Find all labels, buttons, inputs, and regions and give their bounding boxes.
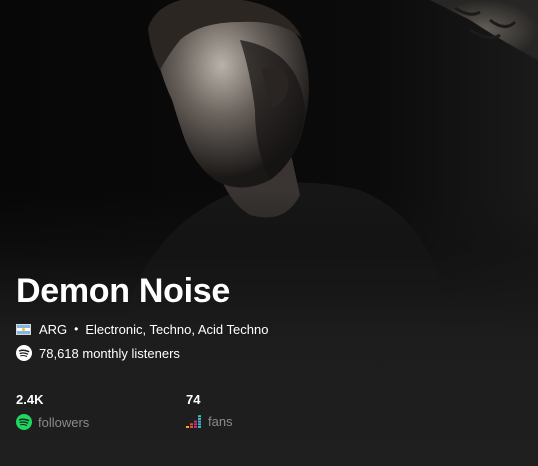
deezer-icon bbox=[186, 414, 201, 428]
monthly-listeners: 78,618 monthly listeners bbox=[39, 345, 180, 361]
artist-genres: Electronic, Techno, Acid Techno bbox=[85, 321, 269, 337]
argentina-flag-icon bbox=[16, 323, 31, 335]
fans-label: fans bbox=[208, 414, 233, 429]
monthly-listeners-row: 78,618 monthly listeners bbox=[16, 344, 180, 362]
artist-info: Demon Noise ARG • Electronic, Techno, Ac… bbox=[16, 0, 526, 466]
artist-name: Demon Noise bbox=[16, 272, 230, 310]
followers-stat: 2.4K followers bbox=[16, 392, 89, 430]
separator-dot: • bbox=[74, 322, 79, 336]
artist-meta-row: ARG • Electronic, Techno, Acid Techno bbox=[16, 320, 268, 338]
followers-label: followers bbox=[38, 414, 90, 430]
fans-count: 74 bbox=[186, 392, 201, 407]
fans-stat: 74 fans bbox=[186, 392, 233, 429]
spotify-icon bbox=[16, 414, 32, 430]
artist-header: Demon Noise ARG • Electronic, Techno, Ac… bbox=[0, 0, 538, 466]
spotify-icon bbox=[16, 345, 32, 361]
followers-count: 2.4K bbox=[16, 392, 44, 407]
country-code: ARG bbox=[39, 321, 68, 337]
